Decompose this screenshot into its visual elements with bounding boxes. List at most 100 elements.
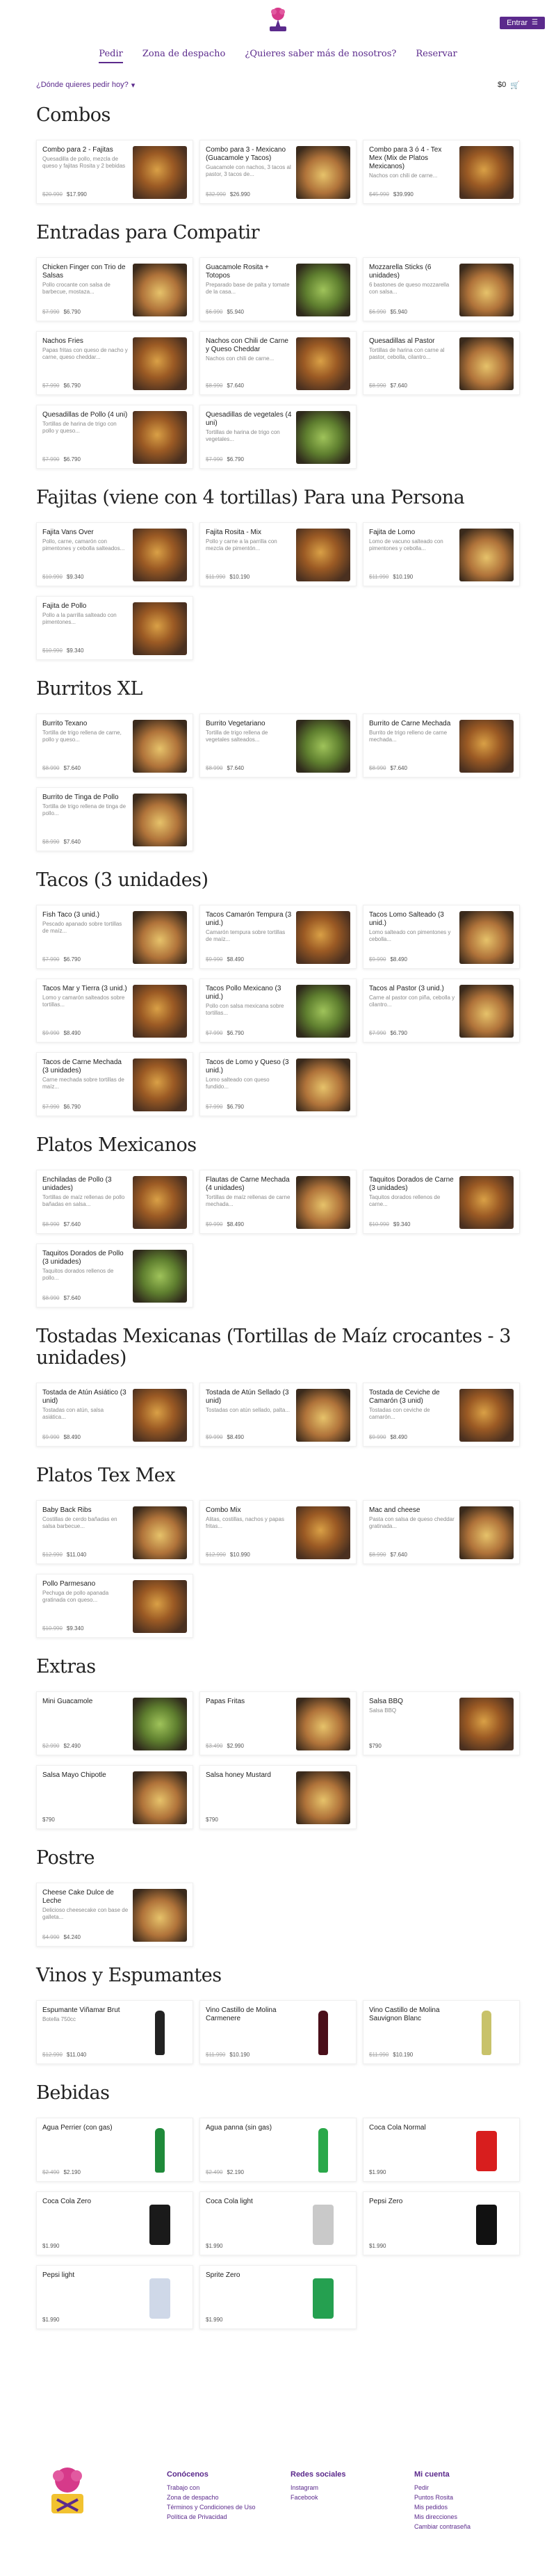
product-card[interactable]: Burrito Vegetariano Tortilla de trigo rel… — [199, 714, 357, 778]
product-card[interactable]: Burrito de Carne Mechada Burrito de trigo… — [363, 714, 520, 778]
nav-reservar[interactable]: Reservar — [416, 49, 457, 63]
footer-link[interactable]: Pedir — [414, 2483, 471, 2493]
product-card[interactable]: Agua panna (sin gas) $2.490 $2.190 — [199, 2118, 357, 2182]
product-name: Taquitos Dorados de Pollo (3 unidades) — [42, 1250, 124, 1266]
product-description: Costillas de cerdo bañadas en salsa barb… — [42, 1516, 117, 1529]
footer-link[interactable]: Facebook — [291, 2493, 346, 2502]
product-card[interactable]: Quesadillas al Pastor Tortillas de harina… — [363, 331, 520, 395]
product-card[interactable]: Fish Taco (3 unid.) Pescado apanado sobre… — [36, 905, 193, 969]
product-card[interactable]: Fajita Vans Over Pollo, carne, camarón co… — [36, 522, 193, 586]
product-card[interactable]: Combo para 3 - Mexicano (Guacamole y Tac… — [199, 140, 357, 204]
product-price: $8.490 — [63, 1030, 81, 1036]
product-card[interactable]: Burrito Texano Tortilla de trigo rellena … — [36, 714, 193, 778]
product-card[interactable]: Papas Fritas $3.490 $2.990 — [199, 1691, 357, 1755]
product-card[interactable]: Taquitos Dorados de Carne (3 unidades) Ta… — [363, 1170, 520, 1234]
product-info: Coca Cola Zero $1.990 — [42, 2198, 129, 2249]
product-card[interactable]: Enchiladas de Pollo (3 unidades) Tortilla… — [36, 1170, 193, 1234]
location-selector[interactable]: ¿Dónde quieres pedir hoy? ▾ — [36, 81, 135, 90]
product-card[interactable]: Combo para 3 ó 4 - Tex Mex (Mix de Plato… — [363, 140, 520, 204]
footer-link[interactable]: Política de Privacidad — [167, 2512, 256, 2522]
product-price: $8.490 — [390, 956, 407, 963]
product-card[interactable]: Fajita de Lomo Lomo de vacuno salteado co… — [363, 522, 520, 586]
product-card[interactable]: Salsa Mayo Chipotle $790 — [36, 1765, 193, 1829]
product-card[interactable]: Mini Guacamole $2.990 $2.490 — [36, 1691, 193, 1755]
product-price: $8.490 — [227, 956, 244, 963]
product-card[interactable]: Sprite Zero $1.990 — [199, 2265, 357, 2329]
product-card[interactable]: Fajita Rosita - Mix Pollo y carne a la pa… — [199, 522, 357, 586]
menu-section: Tacos (3 unidades) Fish Taco (3 unid.) Pes… — [36, 869, 520, 1116]
footer-link[interactable]: Términos y Condiciones de Uso — [167, 2502, 256, 2512]
product-card[interactable]: Tacos Lomo Salteado (3 unid.) Lomo saltea… — [363, 905, 520, 969]
product-card[interactable]: Tostada de Ceviche de Camarón (3 unid) To… — [363, 1383, 520, 1447]
product-card[interactable]: Tacos al Pastor (3 unid.) Carne al pastor… — [363, 979, 520, 1043]
product-card[interactable]: Flautas de Carne Mechada (4 unidades) Tor… — [199, 1170, 357, 1234]
product-price: $6.790 — [227, 1030, 244, 1036]
product-price-row: $10.990 $9.340 — [42, 574, 129, 580]
rosita-logo[interactable] — [265, 6, 291, 33]
product-card[interactable]: Pepsi light $1.990 — [36, 2265, 193, 2329]
product-card[interactable]: Salsa BBQ Salsa BBQ $790 — [363, 1691, 520, 1755]
footer-link[interactable]: Zona de despacho — [167, 2493, 256, 2502]
menu-section: Combos Combo para 2 - Fajitas Quesadilla d… — [36, 104, 520, 204]
cart-icon: 🛒 — [510, 81, 520, 90]
footer-link[interactable]: Trabajo con — [167, 2483, 256, 2493]
footer-link[interactable]: Puntos Rosita — [414, 2493, 471, 2502]
product-old-price: $6.990 — [206, 309, 223, 315]
product-card[interactable]: Quesadillas de vegetales (4 uni) Tortilla… — [199, 405, 357, 469]
product-card[interactable]: Pepsi Zero $1.990 — [363, 2191, 520, 2255]
product-card[interactable]: Salsa honey Mustard $790 — [199, 1765, 357, 1829]
product-card[interactable]: Mozzarella Sticks (6 unidades) 6 bastones… — [363, 257, 520, 321]
product-card[interactable]: Tostada de Atún Asiático (3 unid) Tostada… — [36, 1383, 193, 1447]
footer-link[interactable]: Instagram — [291, 2483, 346, 2493]
product-card[interactable]: Combo para 2 - Fajitas Quesadilla de poll… — [36, 140, 193, 204]
product-card[interactable]: Chicken Finger con Trio de Salsas Pollo c… — [36, 257, 193, 321]
product-card[interactable]: Tacos de Lomo y Queso (3 unid.) Lomo salt… — [199, 1052, 357, 1116]
product-old-price: $2.990 — [42, 1743, 60, 1749]
product-info: Tacos Pollo Mexicano (3 unid.) Pollo con … — [206, 985, 292, 1036]
nav-nosotros[interactable]: ¿Quieres saber más de nosotros? — [245, 49, 396, 63]
nav-zona-despacho[interactable]: Zona de despacho — [142, 49, 226, 63]
product-card[interactable]: Vino Castillo de Molina Carmenere $11.990… — [199, 2000, 357, 2064]
login-button[interactable]: Entrar ☰ — [500, 17, 545, 29]
product-card[interactable]: Nachos Fries Papas fritas con queso de na… — [36, 331, 193, 395]
product-price-row: $1.990 — [42, 2317, 129, 2323]
product-card[interactable]: Fajita de Pollo Pollo a la parrilla salte… — [36, 596, 193, 660]
product-card[interactable]: Vino Castillo de Molina Sauvignon Blanc $… — [363, 2000, 520, 2064]
product-old-price: $6.990 — [369, 309, 386, 315]
product-price-row: $7.990 $6.790 — [206, 1104, 292, 1110]
product-card[interactable]: Cheese Cake Dulce de Leche Delicioso chee… — [36, 1883, 193, 1947]
product-card[interactable]: Coca Cola light $1.990 — [199, 2191, 357, 2255]
product-card[interactable]: Mac and cheese Pasta con salsa de queso c… — [363, 1500, 520, 1564]
product-card[interactable]: Nachos con Chili de Carne y Queso Chedda… — [199, 331, 357, 395]
footer-link[interactable]: Cambiar contraseña — [414, 2522, 471, 2531]
product-info: Salsa honey Mustard $790 — [206, 1771, 292, 1823]
product-card[interactable]: Guacamole Rosita + Totopos Preparado base… — [199, 257, 357, 321]
product-card[interactable]: Combo Mix Alitas, costillas, nachos y pap… — [199, 1500, 357, 1564]
product-description: Pechuga de pollo apanada gratinada con q… — [42, 1590, 109, 1603]
product-card[interactable]: Burrito de Tinga de Pollo Tortilla de tri… — [36, 787, 193, 851]
cart-button[interactable]: $0 🛒 — [498, 81, 520, 90]
product-card[interactable]: Tacos de Carne Mechada (3 unidades) Carne… — [36, 1052, 193, 1116]
product-card[interactable]: Baby Back Ribs Costillas de cerdo bañadas… — [36, 1500, 193, 1564]
product-card[interactable]: Tacos Camarón Tempura (3 unid.) Camarón t… — [199, 905, 357, 969]
footer-link[interactable]: Mis direcciones — [414, 2512, 471, 2522]
product-card[interactable]: Coca Cola Normal $1.990 — [363, 2118, 520, 2182]
product-card[interactable]: Agua Perrier (con gas) $2.490 $2.190 — [36, 2118, 193, 2182]
product-grid: Fish Taco (3 unid.) Pescado apanado sobre… — [36, 905, 520, 1116]
product-card[interactable]: Tacos Mar y Tierra (3 unid.) Lomo y camar… — [36, 979, 193, 1043]
product-price-row: $11.990 $10.190 — [369, 574, 455, 580]
product-name: Combo Mix — [206, 1506, 241, 1514]
product-old-price: $7.990 — [206, 1030, 223, 1036]
product-card[interactable]: Pollo Parmesano Pechuga de pollo apanada … — [36, 1574, 193, 1638]
product-card[interactable]: Quesadillas de Pollo (4 uni) Tortillas de… — [36, 405, 193, 469]
product-grid: Agua Perrier (con gas) $2.490 $2.190 Agua p… — [36, 2118, 520, 2329]
product-card[interactable]: Espumante Viñamar Brut Botella 750cc $12.9… — [36, 2000, 193, 2064]
product-old-price: $7.990 — [42, 956, 60, 963]
footer-link[interactable]: Mis pedidos — [414, 2502, 471, 2512]
product-image — [296, 2198, 350, 2251]
product-card[interactable]: Coca Cola Zero $1.990 — [36, 2191, 193, 2255]
product-card[interactable]: Tostada de Atún Sellado (3 unid) Tostadas… — [199, 1383, 357, 1447]
product-card[interactable]: Taquitos Dorados de Pollo (3 unidades) Ta… — [36, 1243, 193, 1307]
product-card[interactable]: Tacos Pollo Mexicano (3 unid.) Pollo con … — [199, 979, 357, 1043]
nav-pedir[interactable]: Pedir — [99, 49, 123, 63]
